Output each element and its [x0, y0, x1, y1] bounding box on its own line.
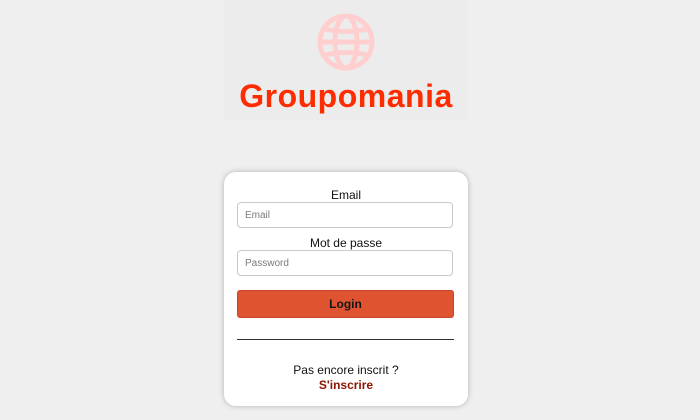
divider — [237, 339, 454, 340]
login-card: Email Mot de passe Login Pas encore insc… — [224, 172, 468, 406]
email-label: Email — [330, 188, 361, 202]
email-field[interactable] — [237, 202, 453, 228]
logo-block: Groupomania — [224, 0, 468, 120]
brand-name: Groupomania — [239, 78, 453, 114]
signup-link[interactable]: S'inscrire — [224, 378, 468, 392]
globe-icon — [316, 12, 376, 72]
password-field[interactable] — [237, 250, 453, 276]
password-label: Mot de passe — [309, 236, 383, 250]
login-button[interactable]: Login — [237, 290, 454, 318]
signup-prompt: Pas encore inscrit ? — [293, 363, 399, 377]
